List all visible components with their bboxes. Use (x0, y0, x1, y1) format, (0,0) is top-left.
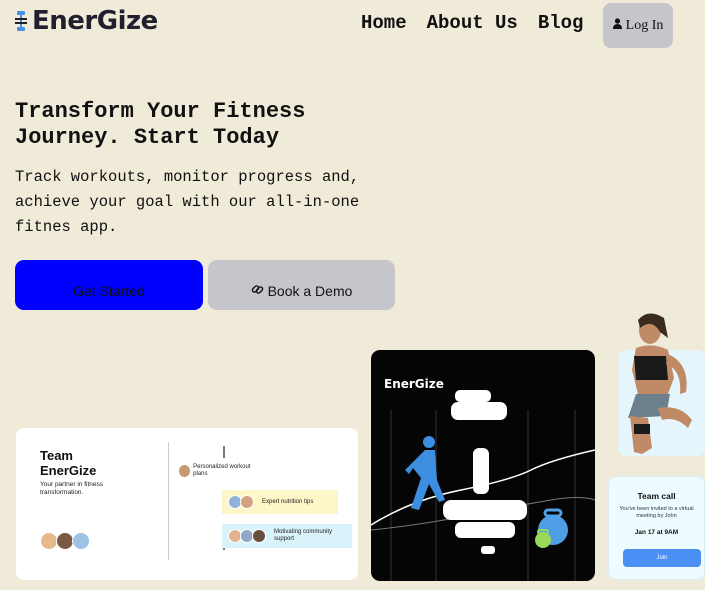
hero-sub-line2: achieve your goal with our all-in-one (15, 193, 360, 211)
nav-blog[interactable]: Blog (538, 12, 584, 34)
team-title-line1: Team (40, 448, 73, 463)
feature-label: Expert nutrition tips (262, 498, 314, 505)
team-call-card: Team call You've been invited to a virtu… (608, 476, 705, 580)
hero-title: Transform Your Fitness Journey. Start To… (15, 99, 435, 151)
avatar (252, 529, 266, 543)
timeline-tick (223, 446, 225, 458)
user-icon (612, 17, 622, 34)
hero-sub-line1: Track workouts, monitor progress and, (15, 168, 360, 186)
feature-avatars (228, 529, 266, 543)
hero-title-line2: Journey. Start Today (15, 125, 280, 150)
nav-about-us[interactable]: About Us (427, 12, 518, 34)
logo-text: EnerGize (32, 6, 158, 36)
team-title-line2: EnerGize (40, 463, 97, 478)
get-started-button[interactable]: Get Started (15, 260, 203, 310)
athlete-photo (608, 308, 705, 456)
fitness-illustration (371, 390, 595, 581)
feature-nutrition-tips: Expert nutrition tips (222, 490, 338, 514)
feature-avatars (228, 495, 254, 509)
avatar (72, 532, 90, 550)
book-demo-label: Book a Demo (267, 283, 353, 299)
team-card: Team EnerGize Your partner in fitness tr… (16, 428, 358, 580)
feature-label: Motivating community support (274, 529, 333, 542)
login-button[interactable]: Log In (603, 3, 673, 48)
feature-community-support: Motivating community support (222, 524, 352, 548)
link-icon (251, 283, 264, 299)
hero-subtitle: Track workouts, monitor progress and, ac… (15, 165, 395, 240)
call-title: Team call (637, 491, 676, 501)
main-nav: Home About Us Blog (361, 12, 583, 34)
team-card-title: Team EnerGize (40, 448, 96, 478)
avatar (240, 495, 254, 509)
call-date: Jan 17 at 9AM (634, 529, 679, 536)
login-label: Log In (625, 17, 664, 33)
hero-sub-line3: fitnes app. (15, 218, 118, 236)
join-button[interactable]: Join (623, 549, 701, 567)
team-avatars (40, 532, 90, 550)
hero-title-line1: Transform Your Fitness (15, 99, 306, 124)
nav-home[interactable]: Home (361, 12, 407, 34)
logo[interactable]: EnerGize (14, 6, 158, 36)
call-invite-text: You've been invited to a virtual meeting… (619, 506, 694, 519)
dumbbell-icon (14, 9, 28, 33)
book-demo-button[interactable]: Book a Demo (208, 260, 395, 310)
feature-workout-plans: Personalized workout plans (172, 460, 267, 482)
illustration-card: EnerGize (371, 350, 595, 581)
team-card-subtitle: Your partner in fitness transformation. (40, 481, 103, 496)
card-divider (168, 442, 169, 560)
get-started-label: Get Started (73, 283, 145, 299)
avatar (178, 464, 192, 478)
feature-label: Personalized workout plans (193, 464, 251, 477)
